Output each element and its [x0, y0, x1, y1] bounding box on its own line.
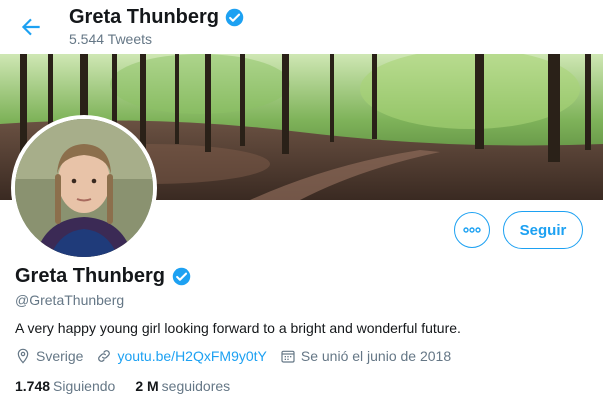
avatar-photo — [15, 119, 153, 257]
top-bar: Greta Thunberg 5.544 Tweets — [0, 0, 603, 54]
profile-handle: @GretaThunberg — [15, 292, 125, 308]
header-name: Greta Thunberg — [69, 6, 220, 28]
profile-name: Greta Thunberg — [15, 265, 166, 287]
followers-stat[interactable]: 2 Mseguidores — [135, 378, 230, 394]
joined-text: Se unió el junio de 2018 — [300, 348, 452, 364]
profile-stats: 1.748 Siguiendo 2 Mseguidores — [15, 378, 250, 394]
verified-badge-icon — [225, 8, 244, 27]
location-text: Sverige — [36, 348, 84, 364]
following-label: Siguiendo — [53, 378, 116, 394]
location-pin-icon — [17, 348, 29, 364]
website-item[interactable]: youtu.be/H2QxFM9y0tY — [96, 348, 267, 364]
back-arrow-icon[interactable] — [18, 14, 44, 40]
profile-meta: Sverige youtu.be/H2QxFM9y0tY Se unió el … — [15, 348, 464, 364]
header-title: Greta Thunberg — [69, 6, 245, 29]
website-link[interactable]: youtu.be/H2QxFM9y0tY — [117, 348, 266, 364]
following-count: 1.748 — [15, 378, 51, 394]
location-item: Sverige — [15, 348, 83, 364]
tweets-count: 5.544 Tweets — [69, 31, 153, 47]
followers-count: 2 M — [135, 378, 159, 394]
profile-bio: A very happy young girl looking forward … — [15, 320, 461, 336]
profile-avatar[interactable] — [11, 115, 157, 261]
more-options-icon — [463, 227, 481, 233]
calendar-icon — [281, 350, 295, 363]
following-stat[interactable]: 1.748 Siguiendo — [15, 378, 115, 394]
link-icon — [98, 350, 111, 362]
followers-label: seguidores — [161, 378, 231, 394]
follow-button[interactable]: Seguir — [503, 211, 583, 249]
joined-item: Se unió el junio de 2018 — [280, 348, 451, 364]
more-options-button[interactable] — [454, 212, 490, 248]
verified-badge-icon — [172, 267, 191, 286]
profile-name-row: Greta Thunberg — [15, 265, 192, 288]
